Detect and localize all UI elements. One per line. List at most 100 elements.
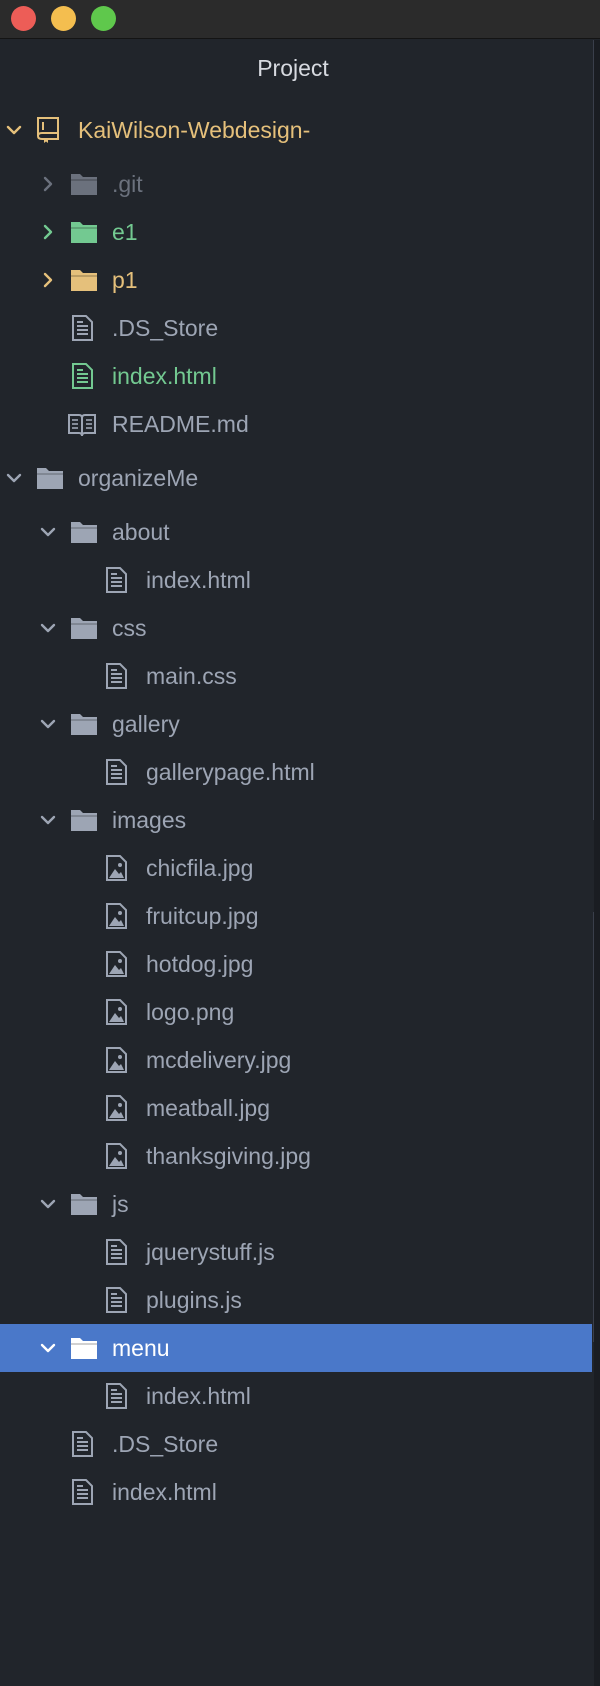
file-icon [68,363,96,389]
tree-item-label: .DS_Store [112,315,219,341]
image-file-icon [102,1047,130,1073]
tree-item-label: jquerystuff.js [146,1239,275,1265]
folder-icon [70,519,98,545]
chevron-down-icon[interactable] [4,120,24,140]
file-icon [68,315,96,341]
tree-file[interactable]: logo.png [0,988,592,1036]
tree-item-label: menu [112,1335,170,1361]
book-icon [68,411,96,437]
tree-item-label: KaiWilson-Webdesign- [78,117,311,143]
chevron-down-icon[interactable] [38,810,58,830]
tree-folder-images[interactable]: images [0,796,592,844]
file-icon [102,1287,130,1313]
tree-file[interactable]: index.html [0,556,592,604]
tree-item-label: plugins.js [146,1287,242,1313]
tree-file[interactable]: .DS_Store [0,1420,592,1468]
tree-file[interactable]: fruitcup.jpg [0,892,592,940]
tree-item-label: main.css [146,663,237,689]
file-icon [102,1239,130,1265]
tree-item-e1[interactable]: e1 [0,208,592,256]
tree-root-organizeme[interactable]: organizeMe [0,454,592,502]
folder-icon [70,807,98,833]
chevron-down-icon[interactable] [38,714,58,734]
chevron-right-icon[interactable] [38,270,58,290]
tree-item-label: README.md [112,411,249,437]
chevron-down-icon[interactable] [38,522,58,542]
tree-item-label: js [112,1191,129,1217]
minimize-window-button[interactable] [51,6,76,31]
tree-item-label: index.html [146,1383,251,1409]
folder-icon [70,219,98,245]
chevron-down-icon[interactable] [4,468,24,488]
tree-root-kaiwilson[interactable]: KaiWilson-Webdesign- [0,106,592,154]
tree-folder-gallery[interactable]: gallery [0,700,592,748]
zoom-window-button[interactable] [91,6,116,31]
tree-item-label: gallery [112,711,180,737]
tree-item-ds-store[interactable]: .DS_Store [0,304,592,352]
tree-file[interactable]: chicfila.jpg [0,844,592,892]
file-icon [68,1431,96,1457]
chevron-right-icon[interactable] [38,174,58,194]
divider [593,40,594,820]
tree-item-label: gallerypage.html [146,759,315,785]
tree-file[interactable]: index.html [0,1372,592,1420]
panel-title: Project [257,55,329,81]
close-window-button[interactable] [11,6,36,31]
image-file-icon [102,951,130,977]
tree-file[interactable]: jquerystuff.js [0,1228,592,1276]
tree-item-label: meatball.jpg [146,1095,271,1121]
image-file-icon [102,1143,130,1169]
image-file-icon [102,999,130,1025]
image-file-icon [102,1095,130,1121]
folder-icon [36,465,64,491]
tree-item-label: about [112,519,170,545]
tree-item-label: thanksgiving.jpg [146,1143,311,1169]
tree-item-label: index.html [112,363,217,389]
tree-item-label: chicfila.jpg [146,855,254,881]
tree-item-readme[interactable]: README.md [0,400,592,448]
tree-item-p1[interactable]: p1 [0,256,592,304]
tree-item-label: .git [112,171,143,197]
file-icon [68,1479,96,1505]
tree-file[interactable]: gallerypage.html [0,748,592,796]
window-titlebar [0,0,600,39]
repo-icon [34,117,62,143]
tree-item-label: index.html [112,1479,217,1505]
tree-file[interactable]: main.css [0,652,592,700]
folder-icon [70,615,98,641]
chevron-down-icon[interactable] [38,1338,58,1358]
folder-icon [70,1335,98,1361]
chevron-down-icon[interactable] [38,1194,58,1214]
file-icon [102,567,130,593]
image-file-icon [102,855,130,881]
file-icon [102,1383,130,1409]
tree-file[interactable]: plugins.js [0,1276,592,1324]
tree-file[interactable]: index.html [0,1468,592,1516]
folder-icon [70,711,98,737]
tree-item-label: p1 [112,267,138,293]
tree-item-label: fruitcup.jpg [146,903,259,929]
tree-item-label: logo.png [146,999,235,1025]
panel-resize-edge[interactable] [594,40,600,1686]
file-icon [102,663,130,689]
tree-folder-css[interactable]: css [0,604,592,652]
tree-file[interactable]: mcdelivery.jpg [0,1036,592,1084]
file-icon [102,759,130,785]
tree-item-label: hotdog.jpg [146,951,254,977]
tree-folder-menu[interactable]: menu [0,1324,592,1372]
tree-item-label: e1 [112,219,138,245]
chevron-down-icon[interactable] [38,618,58,638]
folder-icon [70,1191,98,1217]
folder-icon [70,171,98,197]
image-file-icon [102,903,130,929]
tree-item-git[interactable]: .git [0,160,592,208]
tree-file[interactable]: thanksgiving.jpg [0,1132,592,1180]
tree-item-index-html[interactable]: index.html [0,352,592,400]
chevron-right-icon[interactable] [38,222,58,242]
tree-file[interactable]: meatball.jpg [0,1084,592,1132]
tree-folder-about[interactable]: about [0,508,592,556]
tree-item-label: images [112,807,187,833]
tree-folder-js[interactable]: js [0,1180,592,1228]
tree-file[interactable]: hotdog.jpg [0,940,592,988]
tree-item-label: css [112,615,147,641]
